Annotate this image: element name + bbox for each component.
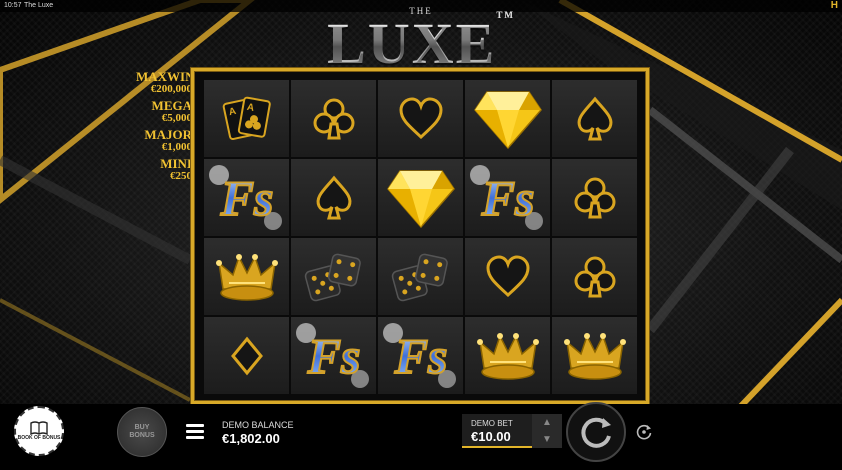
gold-diamond-gem-icon bbox=[473, 86, 543, 152]
spin-button[interactable] bbox=[566, 402, 626, 462]
jackpot-name: MAJOR bbox=[144, 127, 192, 142]
jackpot-name: MINI bbox=[160, 156, 192, 171]
buy-bonus-label: BUY BONUS bbox=[129, 424, 155, 439]
reel-cell bbox=[552, 238, 637, 315]
reel-cell bbox=[291, 159, 376, 236]
club-suit-icon bbox=[570, 173, 620, 223]
free-spins-symbol-icon: Fs bbox=[205, 161, 289, 235]
fs-text: Fs bbox=[219, 170, 273, 226]
reel-cell bbox=[552, 80, 637, 157]
book-of-bonus-button[interactable]: BOOK OF BONUS bbox=[14, 406, 64, 456]
balance-value: €1,802.00 bbox=[222, 431, 280, 446]
reel-cell bbox=[378, 238, 463, 315]
reel-cell bbox=[378, 80, 463, 157]
club-suit-icon bbox=[570, 252, 620, 302]
crown-icon bbox=[476, 328, 540, 384]
reel-cell: Fs bbox=[291, 317, 376, 394]
bet-value: €10.00 bbox=[471, 429, 511, 444]
bet-display: DEMO BET €10.00 bbox=[462, 414, 532, 448]
jackpot-value: €250 bbox=[170, 170, 192, 182]
reel-grid: A A Fs Fs Fs Fs bbox=[204, 80, 637, 396]
bet-label: DEMO BET bbox=[471, 419, 513, 428]
jackpot-panel: MAXWIN €200,000 MEGA €5,000 MAJOR €1,000 MINI €… bbox=[136, 69, 195, 186]
reel-cell bbox=[465, 317, 550, 394]
reel-cell: Fs bbox=[378, 317, 463, 394]
gold-diamond-gem-icon bbox=[386, 165, 456, 231]
dice-icon bbox=[389, 248, 453, 306]
book-of-bonus-label: BOOK OF BONUS bbox=[17, 435, 61, 441]
jackpot-value: €200,000 bbox=[150, 83, 192, 95]
reel-cell bbox=[204, 317, 289, 394]
reel-cell bbox=[204, 238, 289, 315]
buy-bonus-button[interactable]: BUY BONUS bbox=[117, 407, 167, 457]
reel-cell bbox=[552, 159, 637, 236]
spade-suit-icon bbox=[309, 173, 359, 223]
free-spins-symbol-icon: Fs bbox=[292, 319, 376, 393]
autoplay-icon bbox=[636, 424, 652, 440]
jackpot-value: €5,000 bbox=[161, 112, 192, 124]
bet-increase-icon[interactable]: ▲ bbox=[532, 414, 562, 431]
reel-cell: A A bbox=[204, 80, 289, 157]
logo-text: LUXE bbox=[327, 11, 497, 76]
reel-cell bbox=[291, 80, 376, 157]
bet-stepper: ▲ ▼ bbox=[532, 414, 562, 448]
logo-trademark: TM bbox=[496, 10, 515, 20]
reel-cell: Fs bbox=[204, 159, 289, 236]
reel-cell bbox=[552, 317, 637, 394]
diamond-suit-icon bbox=[230, 336, 264, 376]
game-logo: LUXETM bbox=[0, 10, 842, 77]
crown-icon bbox=[215, 249, 279, 305]
reel-cell bbox=[465, 238, 550, 315]
fs-text: Fs bbox=[306, 328, 360, 384]
heart-suit-icon bbox=[483, 252, 533, 302]
autoplay-button[interactable] bbox=[632, 420, 656, 444]
book-icon bbox=[30, 421, 48, 435]
reel-cell bbox=[378, 159, 463, 236]
free-spins-symbol-icon: Fs bbox=[379, 319, 463, 393]
heart-suit-icon bbox=[396, 94, 446, 144]
spin-icon bbox=[581, 417, 611, 448]
reel-cell bbox=[291, 238, 376, 315]
club-suit-icon bbox=[309, 94, 359, 144]
free-spins-symbol-icon: Fs bbox=[466, 161, 550, 235]
balance-label: DEMO BALANCE bbox=[222, 420, 294, 430]
fs-text: Fs bbox=[393, 328, 447, 384]
fs-text: Fs bbox=[480, 170, 534, 226]
reel-cell: Fs bbox=[465, 159, 550, 236]
jackpot-name: MEGA bbox=[151, 98, 192, 113]
menu-icon[interactable] bbox=[186, 424, 204, 440]
crown-icon bbox=[563, 328, 627, 384]
reel-cell bbox=[465, 80, 550, 157]
bet-decrease-icon[interactable]: ▼ bbox=[532, 431, 562, 448]
spade-suit-icon bbox=[570, 94, 620, 144]
playing-cards-icon: A A bbox=[217, 89, 277, 149]
jackpot-value: €1,000 bbox=[161, 141, 192, 153]
dice-icon bbox=[302, 248, 366, 306]
jackpot-name: MAXWIN bbox=[136, 69, 195, 84]
